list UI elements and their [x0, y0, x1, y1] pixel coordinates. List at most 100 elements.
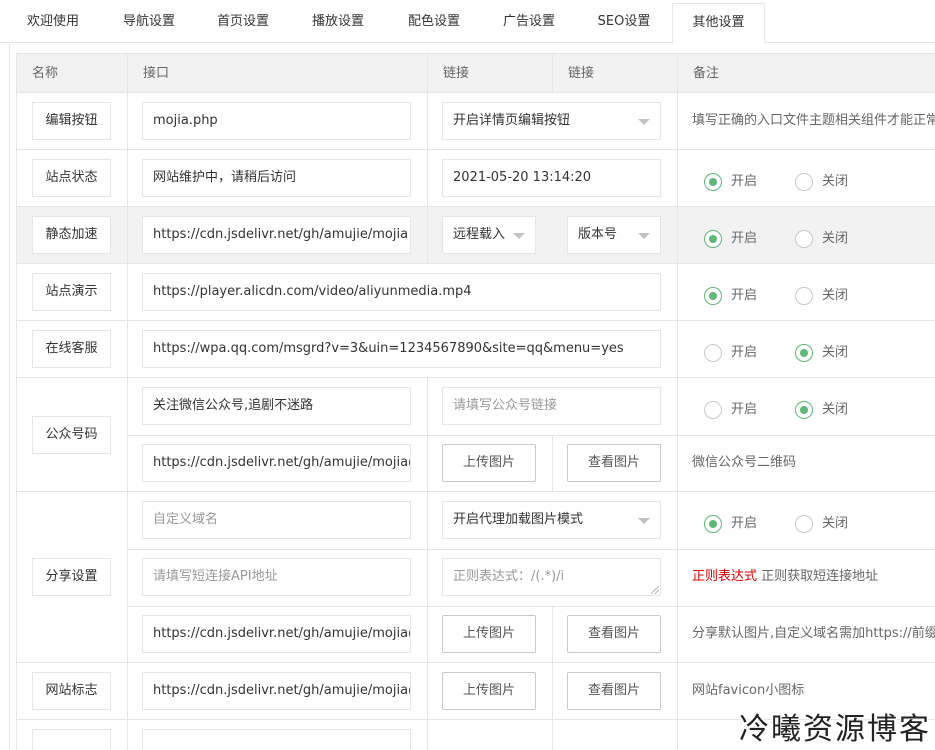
next-row-input[interactable]	[142, 729, 411, 750]
maintenance-message-input[interactable]: 网站维护中，请稍后访问	[142, 159, 411, 197]
wechat-qrcode-url-input[interactable]: https://cdn.jsdelivr.net/gh/amujie/mojia…	[142, 444, 411, 482]
radio-icon	[704, 401, 722, 419]
load-mode-select[interactable]: 远程载入	[442, 216, 536, 254]
share-image-url-input[interactable]: https://cdn.jsdelivr.net/gh/amujie/mojia…	[142, 615, 411, 653]
regex-remark-highlight: 正则表达式	[692, 569, 758, 584]
share-upload-button[interactable]: 上传图片	[442, 615, 536, 653]
favicon-label: 网站标志	[32, 672, 111, 710]
next-row-label	[32, 729, 111, 750]
regex-remark: 正则表达式 正则获取短连接地址	[692, 567, 878, 587]
short-link-api-input[interactable]: 请填写短连接API地址	[142, 558, 411, 596]
radio-icon	[795, 344, 813, 362]
regex-remark-text: 正则获取短连接地址	[757, 569, 879, 584]
table-row: 站点状态 网站维护中，请稍后访问 2021-05-20 13:14:20 开启 …	[17, 150, 935, 207]
radio-icon	[704, 515, 722, 533]
tab-seo[interactable]: SEO设置	[576, 3, 672, 43]
online-service-label: 在线客服	[32, 330, 111, 368]
chevron-down-icon	[638, 233, 650, 239]
radio-icon	[704, 344, 722, 362]
table-row: 静态加速 https://cdn.jsdelivr.net/gh/amujie/…	[17, 207, 935, 264]
table-row: 分享设置 自定义域名 开启代理加载图片模式 开启 关闭 请填写短连接API地址 …	[17, 492, 935, 663]
radio-label: 开启	[731, 402, 758, 417]
radio-label: 关闭	[822, 516, 849, 531]
tab-other[interactable]: 其他设置	[672, 3, 765, 44]
tab-home[interactable]: 首页设置	[196, 3, 290, 43]
wechat-label: 公众号码	[32, 416, 111, 454]
load-mode-value: 远程载入	[453, 227, 506, 242]
wechat-upload-button[interactable]: 上传图片	[442, 444, 536, 482]
radio-label: 开启	[731, 288, 758, 303]
edit-button-remark: 填写正确的入口文件主题相关组件才能正常使用	[692, 113, 935, 128]
favicon-upload-button[interactable]: 上传图片	[442, 672, 536, 710]
favicon-url-input[interactable]: https://cdn.jsdelivr.net/gh/amujie/mojia…	[142, 672, 411, 710]
radio-icon	[704, 287, 722, 305]
table-header: 名称 接口 链接 链接 备注	[17, 54, 935, 93]
entry-file-input[interactable]: mojia.php	[142, 102, 411, 140]
proxy-mode-value: 开启代理加载图片模式	[453, 512, 584, 527]
regex-textarea[interactable]: 正则表达式：/(.*)/i	[442, 558, 661, 596]
radio-label: 关闭	[822, 288, 849, 303]
share-view-button[interactable]: 查看图片	[567, 615, 661, 653]
wechat-title-input[interactable]: 关注微信公众号,追剧不迷路	[142, 387, 411, 425]
tab-welcome[interactable]: 欢迎使用	[10, 3, 96, 43]
table-row: 公众号码 关注微信公众号,追剧不迷路 请填写公众号链接 开启 关闭 https:…	[17, 378, 935, 492]
radio-label: 开启	[731, 516, 758, 531]
header-api: 接口	[127, 54, 427, 93]
tab-ads[interactable]: 广告设置	[482, 3, 576, 43]
wechat-qrcode-remark: 微信公众号二维码	[692, 455, 797, 470]
header-name: 名称	[32, 66, 59, 81]
table-row: 站点演示 https://player.alicdn.com/video/ali…	[17, 264, 935, 321]
radio-label: 关闭	[822, 345, 849, 360]
radio-icon	[704, 230, 722, 248]
wechat-link-input[interactable]: 请填写公众号链接	[442, 387, 661, 425]
service-url-input[interactable]: https://wpa.qq.com/msgrd?v=3&uin=1234567…	[142, 330, 661, 368]
favicon-view-button[interactable]: 查看图片	[567, 672, 661, 710]
table-row: 在线客服 https://wpa.qq.com/msgrd?v=3&uin=12…	[17, 321, 935, 378]
share-label: 分享设置	[32, 558, 111, 596]
table-row: 编辑按钮 mojia.php 开启详情页编辑按钮 填写正确的入口文件主题相关组件…	[17, 93, 935, 150]
radio-label: 开启	[731, 345, 758, 360]
edit-button-select[interactable]: 开启详情页编辑按钮	[442, 102, 661, 140]
version-select[interactable]: 版本号	[567, 216, 661, 254]
site-status-label: 站点状态	[32, 159, 111, 197]
edit-button-select-value: 开启详情页编辑按钮	[453, 113, 571, 128]
radio-label: 关闭	[822, 174, 849, 189]
tab-colors[interactable]: 配色设置	[386, 3, 482, 43]
regex-placeholder: 正则表达式：/(.*)/i	[453, 569, 565, 584]
radio-icon	[795, 401, 813, 419]
cdn-url-input[interactable]: https://cdn.jsdelivr.net/gh/amujie/mojia	[142, 216, 411, 254]
left-divider	[0, 44, 10, 750]
radio-icon	[795, 515, 813, 533]
version-value: 版本号	[578, 227, 618, 242]
tab-navigation[interactable]: 导航设置	[102, 3, 196, 43]
radio-icon	[704, 173, 722, 191]
chevron-down-icon	[638, 518, 650, 524]
edit-button-label: 编辑按钮	[32, 102, 111, 140]
header-link-2: 链接	[552, 54, 677, 93]
static-accel-label: 静态加速	[32, 216, 111, 254]
tab-player[interactable]: 播放设置	[290, 3, 386, 43]
favicon-remark: 网站favicon小图标	[692, 683, 805, 698]
settings-tabs: 欢迎使用 导航设置 首页设置 播放设置 配色设置 广告设置 SEO设置 其他设置	[0, 0, 935, 44]
radio-label: 开启	[731, 231, 758, 246]
demo-video-url-input[interactable]: https://player.alicdn.com/video/aliyunme…	[142, 273, 661, 311]
header-remark: 备注	[677, 54, 935, 93]
resize-handle-icon[interactable]	[651, 586, 659, 594]
wechat-view-button[interactable]: 查看图片	[567, 444, 661, 482]
radio-icon	[795, 173, 813, 191]
settings-table: 名称 接口 链接 链接 备注 编辑按钮 mojia.php 开启详情页编辑按钮 …	[16, 53, 935, 750]
chevron-down-icon	[638, 119, 650, 125]
chevron-down-icon	[513, 233, 525, 239]
radio-icon	[795, 287, 813, 305]
maintenance-datetime-input[interactable]: 2021-05-20 13:14:20	[442, 159, 661, 197]
radio-icon	[795, 230, 813, 248]
radio-label: 开启	[731, 174, 758, 189]
proxy-mode-select[interactable]: 开启代理加载图片模式	[442, 501, 661, 539]
watermark: 冷曦资源博客	[739, 712, 931, 747]
custom-domain-input[interactable]: 自定义域名	[142, 501, 411, 539]
site-demo-label: 站点演示	[32, 273, 111, 311]
header-link-1: 链接	[427, 54, 552, 93]
share-image-remark: 分享默认图片,自定义域名需加https://前缀	[692, 626, 935, 641]
radio-label: 关闭	[822, 402, 849, 417]
radio-label: 关闭	[822, 231, 849, 246]
